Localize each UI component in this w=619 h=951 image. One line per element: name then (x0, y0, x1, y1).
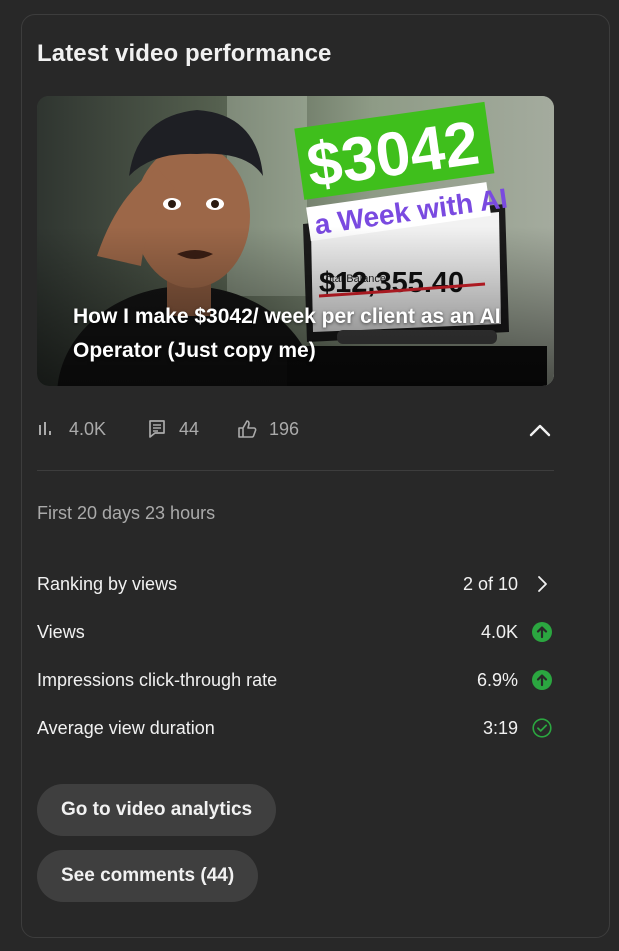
arrow-up-circle-icon (532, 622, 552, 642)
metric-value: 4.0K (480, 622, 518, 642)
metric-impressions-ctr: Impressions click-through rate 6.9% (37, 666, 554, 696)
video-thumbnail[interactable]: Total Balance $12,355.40 $3042 a Week wi… (37, 96, 554, 386)
section-divider (37, 470, 554, 471)
metric-label: Views (37, 622, 85, 642)
collapse-button[interactable] (526, 416, 554, 444)
views-stat: 4.0K (37, 414, 106, 444)
arrow-up-circle-icon (532, 670, 552, 690)
check-circle-icon (532, 718, 552, 738)
comments-stat: 44 (147, 414, 199, 444)
metric-label: Average view duration (37, 718, 215, 738)
see-comments-button[interactable]: See comments (44) (37, 850, 259, 902)
likes-stat: 196 (237, 414, 299, 444)
metric-value: 3:19 (482, 718, 518, 738)
metric-label: Impressions click-through rate (37, 670, 278, 690)
comments-count: 44 (179, 418, 200, 439)
thumbs-up-icon (237, 419, 257, 439)
metric-ranking-by-views[interactable]: Ranking by views 2 of 10 (37, 570, 554, 600)
go-to-video-analytics-button[interactable]: Go to video analytics (37, 784, 277, 836)
period-label: First 20 days 23 hours (37, 503, 216, 523)
likes-count: 196 (269, 418, 300, 439)
metric-views: Views 4.0K (37, 618, 554, 648)
metric-value: 6.9% (476, 670, 518, 690)
card-title: Latest video performance (37, 40, 332, 67)
bar-chart-icon (37, 419, 57, 439)
comment-icon (147, 419, 167, 439)
metric-value: 2 of 10 (462, 574, 518, 594)
metric-label: Ranking by views (37, 574, 178, 594)
video-title[interactable]: How I make $3042/ week per client as an … (73, 300, 528, 368)
metric-average-view-duration: Average view duration 3:19 (37, 714, 554, 744)
chevron-up-icon (529, 424, 551, 437)
views-count: 4.0K (69, 418, 107, 439)
video-stats-row: 4.0K 44 196 (37, 414, 554, 444)
chevron-right-icon[interactable] (532, 574, 552, 594)
